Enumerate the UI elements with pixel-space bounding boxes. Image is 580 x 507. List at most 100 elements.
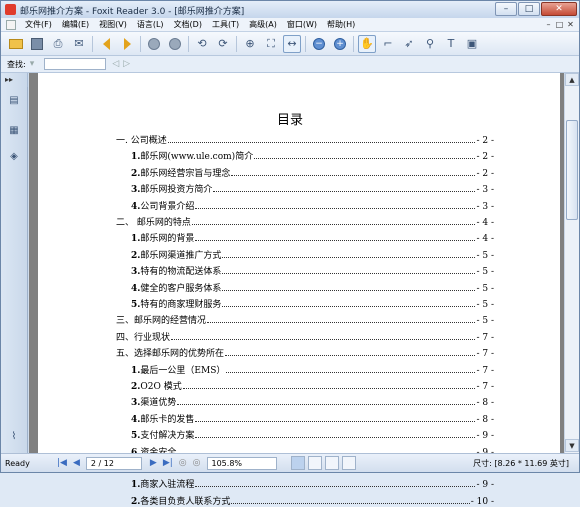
menu-window[interactable]: 窗口(W): [282, 18, 322, 32]
fit-width-button[interactable]: ↔: [283, 34, 301, 53]
image-button[interactable]: ▣: [463, 35, 481, 53]
typewriter-button[interactable]: T: [442, 35, 460, 53]
toc-entry-number: 4.: [131, 201, 141, 212]
toc-entry[interactable]: 三、邮乐网的经营情况 - 5 -: [116, 313, 494, 326]
toc-entry[interactable]: 5.支付解决方案 - 9 -: [131, 428, 494, 441]
toc-leader-dots: [222, 306, 476, 307]
continuous-facing-layout-button[interactable]: [341, 456, 356, 470]
scroll-thumb[interactable]: [566, 120, 578, 220]
toc-entry-text: 邮乐网渠道推广方式: [140, 250, 222, 261]
rotate-left-icon: ⟲: [197, 37, 207, 50]
zoom-out-button[interactable]: −: [310, 35, 328, 53]
snapshot-button[interactable]: ➶: [400, 35, 418, 53]
single-page-layout-button[interactable]: [290, 456, 305, 470]
attachment-icon[interactable]: ⌇: [7, 429, 21, 445]
toc-entry[interactable]: 1.最后一公里（EMS） - 7 -: [131, 363, 494, 376]
toc-entry[interactable]: 4.邮乐卡的发售 - 8 -: [131, 412, 494, 425]
fit-page-button[interactable]: ⛶: [262, 35, 280, 53]
forward-icon[interactable]: ◎: [193, 458, 201, 468]
maximize-button[interactable]: □: [518, 2, 540, 16]
menu-file[interactable]: 文件(F): [20, 18, 57, 32]
minimize-button[interactable]: –: [495, 2, 517, 16]
zoom-tool-button[interactable]: ⊕: [241, 35, 259, 53]
save-button[interactable]: [28, 35, 46, 53]
zoom-field[interactable]: 105.8%: [206, 456, 277, 470]
toc-entry-title: 3.渠道优势: [131, 395, 176, 408]
menu-view[interactable]: 视图(V): [94, 18, 132, 32]
toc-entry[interactable]: 2.各类目负责人联系方式 - 10 -: [131, 494, 494, 507]
menu-advanced[interactable]: 高级(A): [244, 18, 282, 32]
hand-tool-button[interactable]: ✋: [358, 34, 376, 53]
rotate-left-button[interactable]: ⟲: [193, 35, 211, 53]
find-button[interactable]: ⚲: [421, 35, 439, 53]
menu-tools[interactable]: 工具(T): [207, 18, 244, 32]
status-bar: Ready |◀ ◀ 2 / 12 ▶ ▶| ◎ ◎ 105.8% 尺寸: [8…: [1, 453, 579, 472]
find-previous-icon[interactable]: ◁: [112, 59, 119, 69]
previous-page-icon[interactable]: ◀: [73, 458, 80, 468]
toc-entry-number: 2.: [131, 496, 141, 507]
toc-entry[interactable]: 1.商家入驻流程 - 9 -: [131, 477, 494, 490]
last-page-icon[interactable]: ▶|: [163, 458, 173, 468]
toc-entry-text: 渠道优势: [140, 398, 177, 409]
sidebar-expand-icon[interactable]: ▸▸: [5, 75, 13, 84]
back-view-button[interactable]: [145, 35, 163, 53]
toc-entry[interactable]: 四、行业现状 - 7 -: [116, 330, 494, 343]
toc-entry-text: 支付解决方案: [140, 431, 195, 442]
close-button[interactable]: ✕: [541, 2, 577, 16]
back-icon[interactable]: ◎: [179, 458, 187, 468]
toc-entry[interactable]: 4.健全的客户服务体系 - 5 -: [131, 281, 494, 294]
continuous-layout-button[interactable]: [307, 456, 322, 470]
document-viewport[interactable]: 目录 一. 公司概述 - 2 -1.邮乐网(www.ule.com)简介 - 2 -…: [29, 73, 564, 507]
doc-close-button[interactable]: ✕: [565, 19, 576, 30]
zoom-in-button[interactable]: +: [331, 35, 349, 53]
fit-width-icon: ↔: [287, 37, 297, 50]
toc-entry[interactable]: 1.邮乐网(www.ule.com)简介 - 2 -: [131, 149, 494, 162]
find-next-icon[interactable]: ▷: [123, 59, 130, 69]
doc-minimize-button[interactable]: –: [543, 19, 554, 30]
facing-layout-button[interactable]: [324, 456, 339, 470]
toc-page-number: - 5 -: [476, 300, 494, 310]
toc-entry[interactable]: 3.渠道优势 - 8 -: [131, 395, 494, 408]
toc-entry[interactable]: 4.公司背景介绍 - 3 -: [131, 199, 494, 212]
next-page-icon[interactable]: ▶: [150, 458, 157, 468]
toc-page-number: - 5 -: [476, 267, 494, 278]
toc-entry[interactable]: 2.O2O 模式 - 7 -: [131, 379, 494, 392]
toc-entry[interactable]: 5.特有的商家理财服务 - 5 -: [131, 297, 494, 310]
toc-entry[interactable]: 一. 公司概述 - 2 -: [116, 133, 494, 146]
menu-language[interactable]: 语言(L): [132, 18, 169, 32]
toc-leader-dots: [231, 502, 470, 504]
sidebar-divider: [27, 87, 28, 453]
print-button[interactable]: ⎙: [49, 35, 67, 53]
menu-edit[interactable]: 编辑(E): [57, 18, 94, 32]
toc-entry[interactable]: 2.邮乐网经营宗旨与理念 - 2 -: [131, 166, 494, 179]
page-number-field[interactable]: 2 / 12: [85, 456, 142, 470]
forward-view-button[interactable]: [166, 35, 184, 53]
previous-page-button[interactable]: [97, 35, 115, 53]
rotate-right-button[interactable]: ⟳: [214, 35, 232, 53]
toc-page-number: - 3 -: [476, 185, 494, 196]
scroll-up-icon[interactable]: ▲: [565, 73, 579, 86]
scroll-down-icon[interactable]: ▼: [565, 439, 579, 452]
bookmarks-icon[interactable]: ▤: [7, 93, 21, 109]
toc-entry-number: 3.: [131, 185, 141, 196]
vertical-scrollbar[interactable]: ▲ ▼: [564, 73, 579, 453]
doc-restore-button[interactable]: □: [554, 19, 565, 30]
toc-entry[interactable]: 2.邮乐网渠道推广方式 - 5 -: [131, 248, 494, 261]
email-button[interactable]: ✉: [70, 35, 88, 53]
first-page-icon[interactable]: |◀: [57, 458, 67, 468]
find-options-icon[interactable]: ▾: [30, 59, 35, 69]
layers-icon[interactable]: ◈: [7, 149, 21, 165]
toc-entry-title: 1.邮乐网(www.ule.com)简介: [131, 149, 253, 162]
toc-entry[interactable]: 3.特有的物流配送体系 - 5 -: [131, 264, 494, 277]
text-select-button[interactable]: ⌐: [379, 35, 397, 53]
toc-entry[interactable]: 二、 邮乐网的特点 - 4 -: [116, 215, 494, 228]
toc-page-number: - 10 -: [470, 496, 494, 507]
next-page-button[interactable]: [118, 35, 136, 53]
toc-entry[interactable]: 五、选择邮乐网的优势所在 - 7 -: [116, 346, 494, 359]
toc-entry[interactable]: 1.邮乐网的背景 - 4 -: [131, 231, 494, 244]
menu-document[interactable]: 文档(D): [169, 18, 207, 32]
search-input[interactable]: [44, 58, 107, 70]
open-button[interactable]: [7, 35, 25, 53]
toc-entry[interactable]: 3.邮乐网投资方简介 - 3 -: [131, 182, 494, 195]
menu-help[interactable]: 帮助(H): [322, 18, 360, 32]
